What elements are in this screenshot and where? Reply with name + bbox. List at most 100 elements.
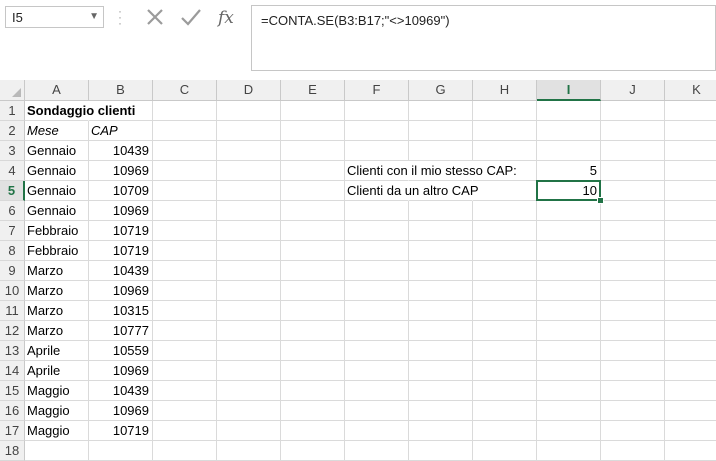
empty-cell[interactable] (345, 381, 409, 401)
empty-cell[interactable] (601, 241, 665, 261)
empty-cell[interactable] (217, 181, 281, 201)
cell-cap[interactable]: 10559 (89, 341, 153, 361)
empty-cell[interactable] (665, 381, 716, 401)
cell-a1-title[interactable]: Sondaggio clienti (25, 101, 135, 121)
empty-cell[interactable] (601, 381, 665, 401)
cell-i4-same-cap-value[interactable]: 5 (537, 161, 601, 181)
empty-cell[interactable] (89, 441, 153, 461)
row-header-8[interactable]: 8 (0, 241, 25, 261)
empty-cell[interactable] (409, 261, 473, 281)
empty-cell[interactable] (217, 201, 281, 221)
empty-cell[interactable] (473, 101, 537, 121)
empty-cell[interactable] (665, 301, 716, 321)
empty-cell[interactable] (537, 201, 601, 221)
empty-cell[interactable] (473, 341, 537, 361)
empty-cell[interactable] (537, 401, 601, 421)
empty-cell[interactable] (601, 181, 665, 201)
empty-cell[interactable] (217, 321, 281, 341)
cell-cap[interactable]: 10719 (89, 421, 153, 441)
cell-month[interactable]: Aprile (25, 341, 89, 361)
row-header-16[interactable]: 16 (0, 401, 25, 421)
cell-cap[interactable]: 10777 (89, 321, 153, 341)
empty-cell[interactable] (153, 281, 217, 301)
empty-cell[interactable] (665, 321, 716, 341)
empty-cell[interactable] (217, 221, 281, 241)
empty-cell[interactable] (409, 321, 473, 341)
empty-cell[interactable] (473, 201, 537, 221)
empty-cell[interactable] (217, 281, 281, 301)
cell-i5-other-cap-value[interactable]: 10 (537, 181, 601, 201)
empty-cell[interactable] (281, 121, 345, 141)
empty-cell[interactable] (409, 201, 473, 221)
empty-cell[interactable] (665, 261, 716, 281)
empty-cell[interactable] (601, 361, 665, 381)
empty-cell[interactable] (281, 361, 345, 381)
empty-cell[interactable] (345, 361, 409, 381)
cell-month[interactable]: Marzo (25, 281, 89, 301)
empty-cell[interactable] (153, 261, 217, 281)
empty-cell[interactable] (281, 241, 345, 261)
empty-cell[interactable] (601, 101, 665, 121)
empty-cell[interactable] (217, 441, 281, 461)
empty-cell[interactable] (409, 221, 473, 241)
empty-cell[interactable] (409, 341, 473, 361)
empty-cell[interactable] (473, 441, 537, 461)
cell-b2-cap-header[interactable]: CAP (89, 121, 153, 141)
empty-cell[interactable] (537, 121, 601, 141)
empty-cell[interactable] (665, 181, 716, 201)
empty-cell[interactable] (153, 361, 217, 381)
empty-cell[interactable] (217, 161, 281, 181)
empty-cell[interactable] (537, 321, 601, 341)
empty-cell[interactable] (537, 221, 601, 241)
empty-cell[interactable] (345, 341, 409, 361)
empty-cell[interactable] (153, 301, 217, 321)
cell-f5-other-cap-label[interactable]: Clienti da un altro CAP (345, 181, 479, 201)
empty-cell[interactable] (537, 361, 601, 381)
empty-cell[interactable] (153, 381, 217, 401)
row-header-6[interactable]: 6 (0, 201, 25, 221)
cell-f4-same-cap-label[interactable]: Clienti con il mio stesso CAP: (345, 161, 517, 181)
column-header-d[interactable]: D (217, 80, 281, 101)
empty-cell[interactable] (665, 101, 716, 121)
empty-cell[interactable] (345, 121, 409, 141)
empty-cell[interactable] (537, 341, 601, 361)
row-header-18[interactable]: 18 (0, 441, 25, 461)
empty-cell[interactable] (281, 221, 345, 241)
empty-cell[interactable] (281, 161, 345, 181)
cell-g4[interactable] (409, 161, 473, 181)
row-header-17[interactable]: 17 (0, 421, 25, 441)
empty-cell[interactable] (281, 281, 345, 301)
empty-cell[interactable] (217, 241, 281, 261)
worksheet-grid[interactable]: A B C D E F G H I J K 1 2 3 4 5 6 7 8 9 10 11 12 13 14 15 16 17 18 So… (0, 80, 716, 461)
empty-cell[interactable] (473, 281, 537, 301)
empty-cell[interactable] (345, 261, 409, 281)
cell-month[interactable]: Maggio (25, 401, 89, 421)
cell-month[interactable]: Gennaio (25, 181, 89, 201)
cell-cap[interactable]: 10969 (89, 201, 153, 221)
confirm-button[interactable] (176, 4, 206, 30)
empty-cell[interactable] (153, 121, 217, 141)
empty-cell[interactable] (665, 121, 716, 141)
empty-cell[interactable] (601, 121, 665, 141)
empty-cell[interactable] (25, 441, 89, 461)
cell-month[interactable]: Febbraio (25, 241, 89, 261)
empty-cell[interactable] (665, 421, 716, 441)
cell-cap[interactable]: 10719 (89, 221, 153, 241)
empty-cell[interactable] (409, 381, 473, 401)
empty-cell[interactable] (665, 201, 716, 221)
empty-cell[interactable] (281, 341, 345, 361)
empty-cell[interactable] (345, 201, 409, 221)
row-header-4[interactable]: 4 (0, 161, 25, 181)
empty-cell[interactable] (473, 381, 537, 401)
row-header-2[interactable]: 2 (0, 121, 25, 141)
cell-h4[interactable] (473, 161, 537, 181)
formula-input[interactable]: =CONTA.SE(B3:B17;"<>10969") (251, 5, 716, 71)
empty-cell[interactable] (345, 321, 409, 341)
cell-g5[interactable] (409, 181, 473, 201)
empty-cell[interactable] (409, 101, 473, 121)
empty-cell[interactable] (473, 321, 537, 341)
empty-cell[interactable] (217, 141, 281, 161)
empty-cell[interactable] (409, 421, 473, 441)
empty-cell[interactable] (153, 201, 217, 221)
cell-a2-month-header[interactable]: Mese (25, 121, 89, 141)
